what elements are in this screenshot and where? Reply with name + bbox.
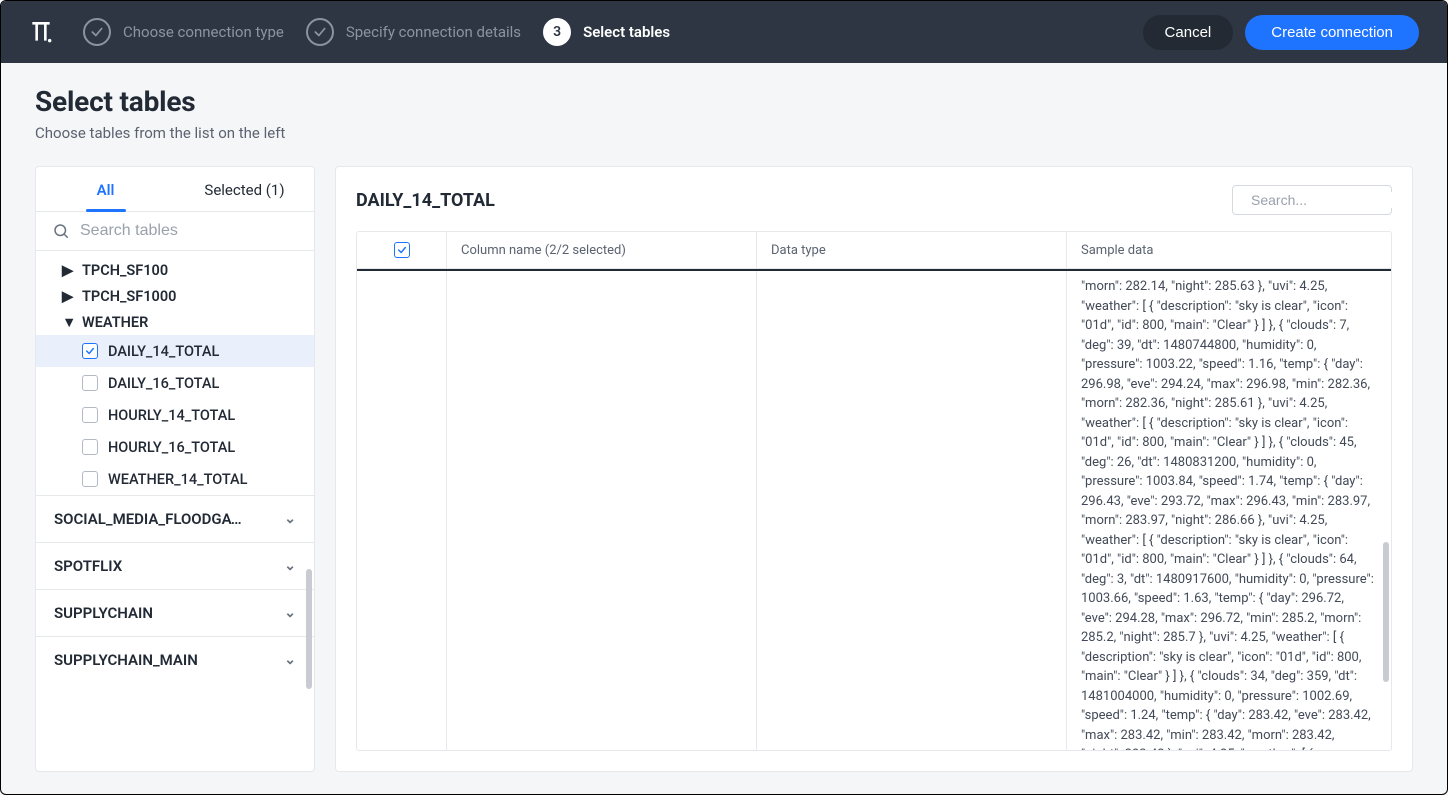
select-all-cell[interactable] (357, 232, 447, 268)
checkbox[interactable] (82, 375, 98, 391)
brand-logo (21, 12, 61, 52)
page-subtitle: Choose tables from the list on the left (35, 124, 1413, 142)
step-3-number: 3 (543, 18, 571, 46)
tab-all[interactable]: All (36, 167, 175, 211)
tree-node-tpch-sf100[interactable]: ▶ TPCH_SF100 (36, 257, 314, 283)
tree-leaf-label: DAILY_16_TOTAL (108, 375, 219, 392)
page-title: Select tables (35, 85, 1413, 118)
checkbox[interactable] (82, 471, 98, 487)
tree-leaf-daily-16-total[interactable]: DAILY_16_TOTAL (36, 367, 314, 399)
caret-down-icon: ▼ (62, 314, 72, 331)
tree-group-label-text: SOCIAL_MEDIA_FLOODGATE (54, 510, 244, 528)
checkbox[interactable] (82, 407, 98, 423)
selected-table-name: DAILY_14_TOTAL (356, 190, 495, 211)
tree-node-label: WEATHER (82, 314, 148, 331)
tree-group-label-text: SUPPLYCHAIN_MAIN (54, 651, 198, 669)
chevron-down-icon: ⌄ (284, 511, 296, 527)
step-1-label: Choose connection type (123, 23, 284, 41)
top-bar: Choose connection type Specify connectio… (1, 1, 1447, 63)
columns-table-body[interactable]: "morn": 282.14, "night": 285.63 }, "uvi"… (357, 271, 1391, 750)
tree-leaf-hourly-16-total[interactable]: HOURLY_16_TOTAL (36, 431, 314, 463)
step-2-label: Specify connection details (346, 23, 521, 41)
row-col-type (757, 271, 1067, 750)
step-1[interactable]: Choose connection type (83, 18, 284, 46)
search-columns[interactable] (1232, 185, 1392, 215)
tables-tabs: All Selected (1) (36, 167, 314, 212)
wizard-steps: Choose connection type Specify connectio… (83, 18, 1121, 46)
step-3[interactable]: 3 Select tables (543, 18, 670, 46)
step-3-label: Select tables (583, 23, 670, 41)
search-columns-input[interactable] (1251, 192, 1413, 208)
tree-group-supplychain[interactable]: SUPPLYCHAIN ⌄ (36, 589, 314, 636)
tree-leaf-label: WEATHER_14_TOTAL (108, 471, 248, 488)
col-type-header: Data type (757, 232, 1067, 268)
search-tables-input[interactable] (80, 222, 298, 240)
columns-table: Column name (2/2 selected) Data type Sam… (356, 231, 1392, 751)
tree-leaf-weather-14-total[interactable]: WEATHER_14_TOTAL (36, 463, 314, 495)
tree-leaf-hourly-14-total[interactable]: HOURLY_14_TOTAL (36, 399, 314, 431)
row-select[interactable] (357, 271, 447, 750)
tree-node-weather[interactable]: ▼ WEATHER (36, 309, 314, 335)
tree-group-label-text: SUPPLYCHAIN (54, 604, 153, 622)
tree-node-label: TPCH_SF100 (82, 262, 168, 279)
col-name-header: Column name (2/2 selected) (447, 232, 757, 268)
tree-leaf-daily-14-total[interactable]: DAILY_14_TOTAL (36, 335, 314, 367)
row-sample: "morn": 282.14, "night": 285.63 }, "uvi"… (1081, 277, 1377, 750)
tab-selected[interactable]: Selected (1) (175, 167, 314, 211)
columns-panel: DAILY_14_TOTAL Column name (2/2 selected… (335, 166, 1413, 772)
columns-table-head: Column name (2/2 selected) Data type Sam… (357, 232, 1391, 269)
check-icon (306, 18, 334, 46)
row-col-name (447, 271, 757, 750)
tables-tree[interactable]: ▶ TPCH_SF100 ▶ TPCH_SF1000 ▼ WEATHER DAI… (36, 251, 314, 771)
check-icon (83, 18, 111, 46)
checkbox[interactable] (82, 439, 98, 455)
tree-group-supplychain-main[interactable]: SUPPLYCHAIN_MAIN ⌄ (36, 636, 314, 683)
scrollbar-thumb[interactable] (306, 569, 312, 689)
tree-node-tpch-sf1000[interactable]: ▶ TPCH_SF1000 (36, 283, 314, 309)
search-icon (52, 222, 70, 240)
chevron-down-icon: ⌄ (284, 605, 296, 621)
tables-panel: All Selected (1) ▶ TPCH_SF100 ▶ TPCH_SF1… (35, 166, 315, 772)
checkbox[interactable] (82, 343, 98, 359)
chevron-down-icon: ⌄ (284, 558, 296, 574)
page-heading: Select tables Choose tables from the lis… (1, 63, 1447, 152)
col-sample-header: Sample data (1067, 232, 1391, 268)
tree-leaf-label: HOURLY_16_TOTAL (108, 439, 235, 456)
tree-leaf-label: DAILY_14_TOTAL (108, 343, 219, 360)
chevron-down-icon: ⌄ (284, 652, 296, 668)
tree-group-social-media[interactable]: SOCIAL_MEDIA_FLOODGATE ⌄ (36, 495, 314, 542)
table-row: "morn": 282.14, "night": 285.63 }, "uvi"… (357, 271, 1391, 750)
step-2[interactable]: Specify connection details (306, 18, 521, 46)
tree-group-spotflix[interactable]: SPOTFLIX ⌄ (36, 542, 314, 589)
tree-group-label-text: SPOTFLIX (54, 557, 122, 575)
create-connection-button[interactable]: Create connection (1245, 15, 1419, 50)
cancel-button[interactable]: Cancel (1143, 15, 1234, 50)
select-all-checkbox[interactable] (394, 242, 410, 258)
tree-node-label: TPCH_SF1000 (82, 288, 176, 305)
scrollbar-thumb[interactable] (1383, 542, 1389, 682)
caret-right-icon: ▶ (62, 288, 72, 305)
tree-leaf-label: HOURLY_14_TOTAL (108, 407, 235, 424)
search-tables[interactable] (36, 212, 314, 251)
caret-right-icon: ▶ (62, 262, 72, 279)
